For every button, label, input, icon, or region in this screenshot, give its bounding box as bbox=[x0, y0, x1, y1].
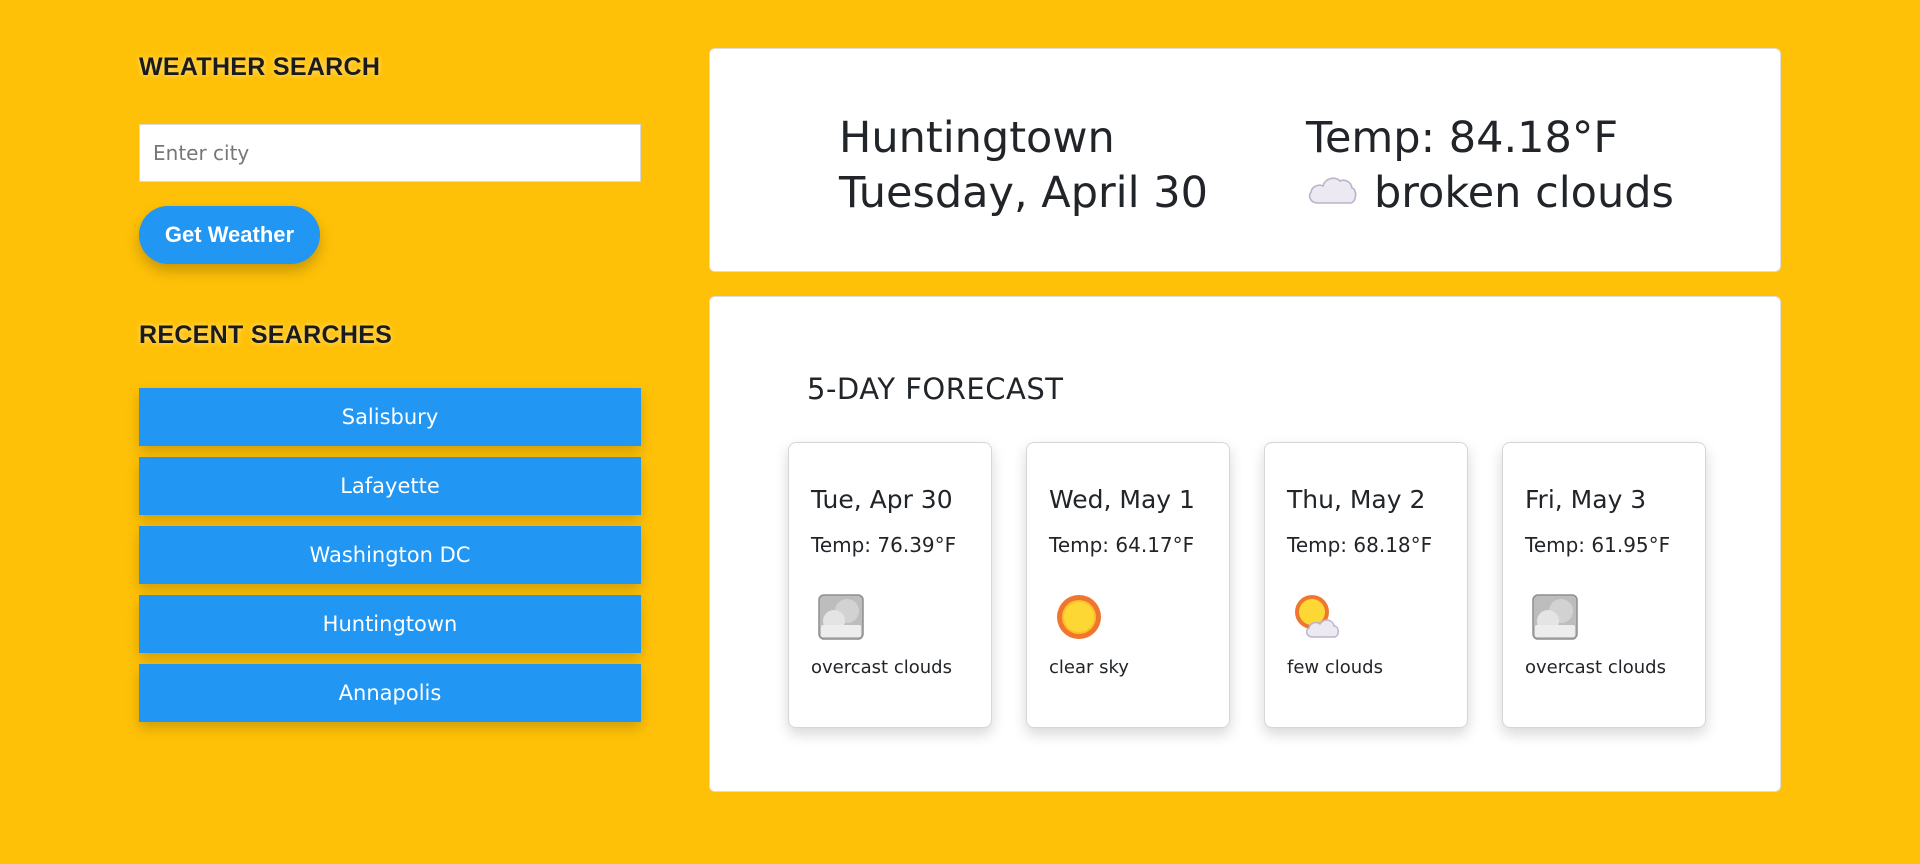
forecast-description: clear sky bbox=[1049, 657, 1129, 678]
forecast-description: overcast clouds bbox=[811, 657, 952, 678]
forecast-temp: Temp: 61.95°F bbox=[1525, 533, 1671, 557]
recent-searches-heading: RECENT SEARCHES bbox=[139, 321, 393, 349]
overcast-clouds-icon bbox=[1531, 593, 1579, 641]
current-conditions-block: Temp: 84.18°F broken clouds bbox=[1306, 111, 1674, 221]
forecast-card: 5-DAY FORECAST Tue, Apr 30 Temp: 76.39°F… bbox=[709, 296, 1781, 792]
overcast-clouds-icon bbox=[817, 593, 865, 641]
current-description-row: broken clouds bbox=[1306, 166, 1674, 221]
recent-search-annapolis[interactable]: Annapolis bbox=[139, 664, 641, 722]
forecast-day-card: Fri, May 3 Temp: 61.95°F overcast clouds bbox=[1502, 442, 1706, 728]
city-input[interactable] bbox=[139, 124, 641, 182]
forecast-date: Thu, May 2 bbox=[1287, 485, 1426, 514]
forecast-day-card: Tue, Apr 30 Temp: 76.39°F overcast cloud… bbox=[788, 442, 992, 728]
search-panel: WEATHER SEARCH Get Weather RECENT SEARCH… bbox=[139, 48, 641, 733]
current-weather-card: Huntingtown Tuesday, April 30 Temp: 84.1… bbox=[709, 48, 1781, 272]
current-date: Tuesday, April 30 bbox=[839, 168, 1208, 218]
forecast-date: Tue, Apr 30 bbox=[811, 485, 953, 514]
recent-search-lafayette[interactable]: Lafayette bbox=[139, 457, 641, 515]
broken-clouds-icon bbox=[1306, 166, 1358, 221]
forecast-temp: Temp: 76.39°F bbox=[811, 533, 957, 557]
recent-search-huntingtown[interactable]: Huntingtown bbox=[139, 595, 641, 653]
current-location-block: Huntingtown Tuesday, April 30 bbox=[839, 111, 1208, 221]
current-temp: Temp: 84.18°F bbox=[1306, 113, 1619, 163]
clear-sky-sun-icon bbox=[1055, 593, 1103, 641]
recent-searches-list: Salisbury Lafayette Washington DC Huntin… bbox=[139, 388, 641, 722]
forecast-day-card: Thu, May 2 Temp: 68.18°F few clouds bbox=[1264, 442, 1468, 728]
forecast-temp: Temp: 64.17°F bbox=[1049, 533, 1195, 557]
get-weather-button[interactable]: Get Weather bbox=[139, 206, 320, 264]
forecast-day-card: Wed, May 1 Temp: 64.17°F clear sky bbox=[1026, 442, 1230, 728]
forecast-date: Wed, May 1 bbox=[1049, 485, 1195, 514]
forecast-description: few clouds bbox=[1287, 657, 1383, 678]
forecast-date: Fri, May 3 bbox=[1525, 485, 1647, 514]
current-city: Huntingtown bbox=[839, 113, 1115, 163]
recent-search-salisbury[interactable]: Salisbury bbox=[139, 388, 641, 446]
weather-search-heading: WEATHER SEARCH bbox=[139, 53, 381, 81]
forecast-description: overcast clouds bbox=[1525, 657, 1666, 678]
forecast-heading: 5-DAY FORECAST bbox=[807, 372, 1064, 406]
few-clouds-icon bbox=[1293, 593, 1341, 641]
recent-search-washington-dc[interactable]: Washington DC bbox=[139, 526, 641, 584]
forecast-temp: Temp: 68.18°F bbox=[1287, 533, 1433, 557]
current-description: broken clouds bbox=[1374, 168, 1674, 218]
